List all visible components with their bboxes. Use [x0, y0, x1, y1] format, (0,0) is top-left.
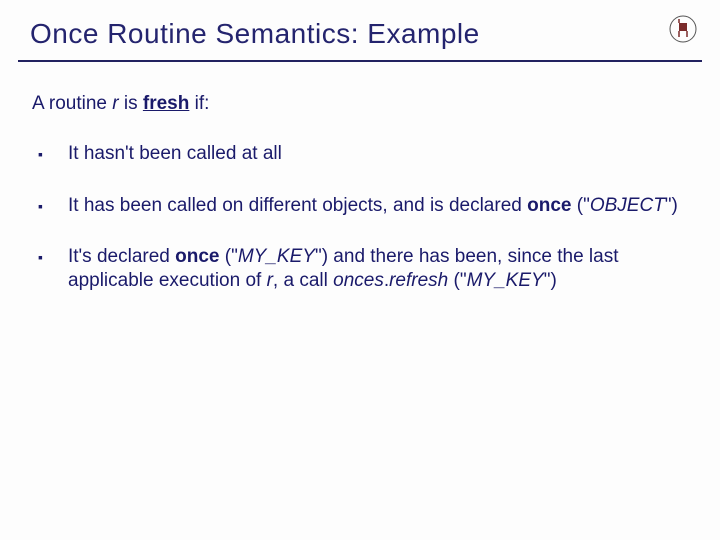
intro-prefix: A routine — [32, 93, 112, 114]
call-args-close: ") — [544, 270, 557, 291]
key-literal: MY_KEY — [238, 246, 315, 267]
bullet-list: It hasn't been called at all It has been… — [32, 142, 680, 293]
key-literal: MY_KEY — [467, 270, 544, 291]
list-item: It hasn't been called at all — [32, 142, 680, 166]
slide-title: Once Routine Semantics: Example — [0, 0, 720, 60]
slide: Once Routine Semantics: Example A routin… — [0, 0, 720, 540]
list-item: It has been called on different objects,… — [32, 194, 680, 218]
key-literal: OBJECT — [590, 195, 665, 216]
call-method: refresh — [389, 270, 448, 291]
bullet-post-close: ") — [665, 195, 678, 216]
keyword-once: once — [175, 246, 219, 267]
intro-suffix: if: — [189, 93, 209, 114]
list-item: It's declared once ("MY_KEY") and there … — [32, 245, 680, 293]
bullet-post-open: (" — [571, 195, 589, 216]
bullet-pre: It has been called on different objects,… — [68, 195, 527, 216]
bullet-text: It hasn't been called at all — [68, 143, 282, 164]
bullet-pre: It's declared — [68, 246, 175, 267]
intro-line: A routine r is fresh if: — [32, 92, 680, 116]
call-args-open: (" — [448, 270, 466, 291]
mid2: , a call — [273, 270, 333, 291]
key-open: (" — [220, 246, 238, 267]
intro-mid: is — [119, 93, 143, 114]
chair-logo-icon — [668, 14, 698, 44]
call-target: onces — [333, 270, 384, 291]
keyword-once: once — [527, 195, 571, 216]
intro-fresh: fresh — [143, 93, 189, 114]
slide-body: A routine r is fresh if: It hasn't been … — [0, 62, 720, 293]
